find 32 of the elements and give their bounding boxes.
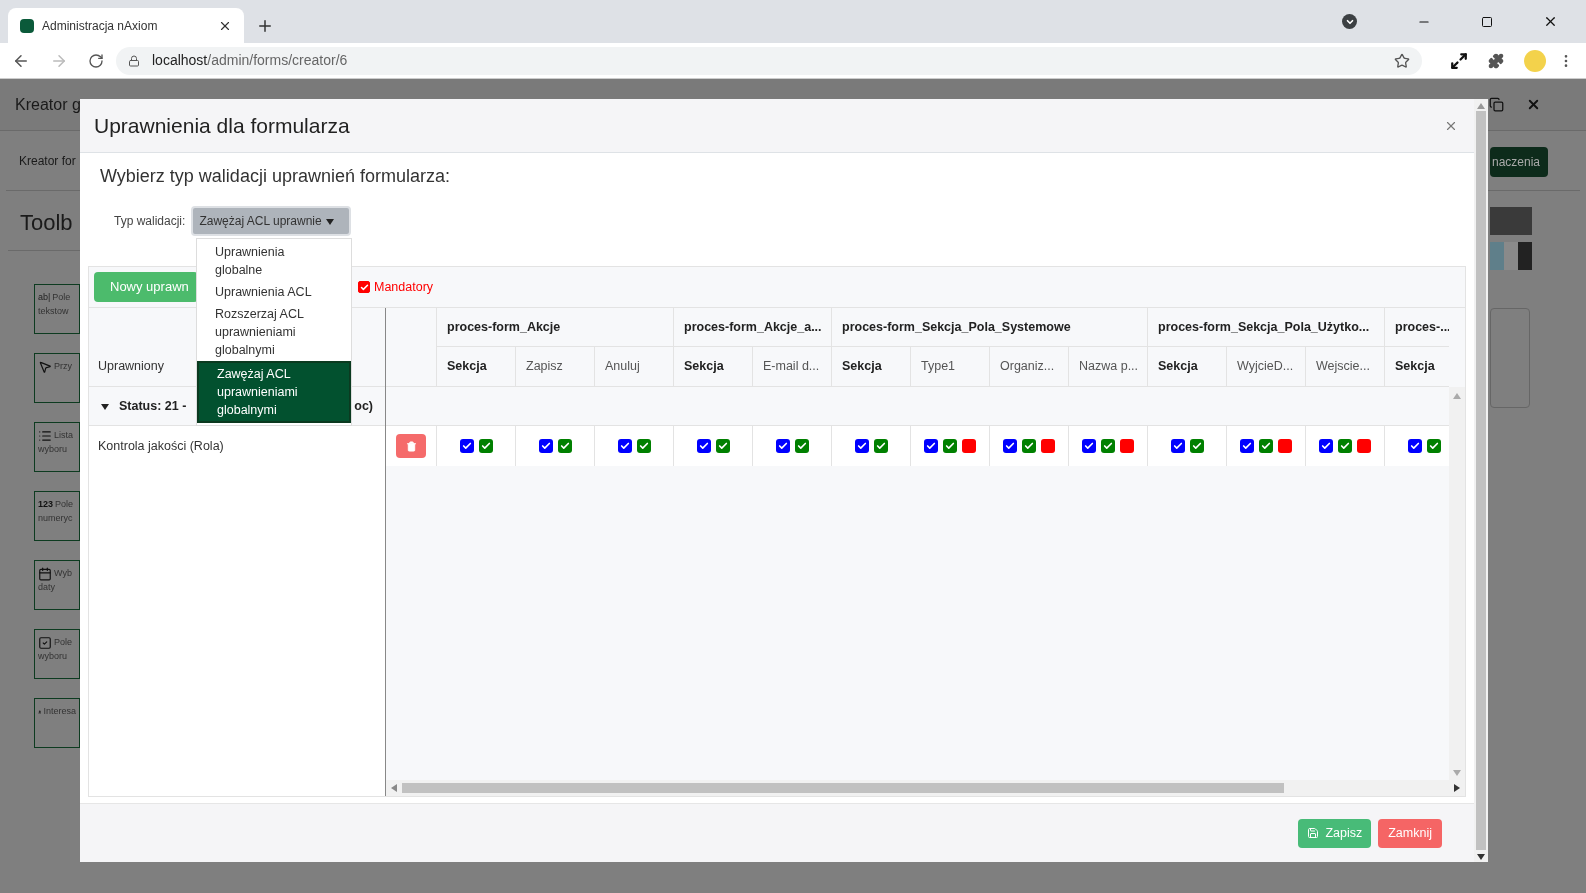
- status-group-label: Status: 21 -: [119, 397, 187, 415]
- column-header: Sekcja: [1384, 347, 1449, 387]
- column-header: Sekcja: [436, 347, 515, 387]
- column-header: Organiz...: [989, 347, 1068, 387]
- group-header: proces-form_Sekcja_Pola_Użytko...: [1147, 308, 1384, 347]
- page-title: Kreator g: [15, 94, 81, 115]
- column-header: Zapisz: [515, 347, 594, 387]
- tab-title: Administracja nAxiom: [42, 17, 159, 35]
- toolbox-title: Toolb: [20, 209, 73, 237]
- breadcrumb: Kreator for: [19, 152, 76, 170]
- column-header: Type1: [910, 347, 989, 387]
- column-header: Anuluj: [594, 347, 673, 387]
- validation-type-label: Typ walidacji:: [114, 213, 186, 230]
- column-header: Uprawniony: [98, 358, 164, 376]
- dialog-title: Uprawnienia dla formularza: [94, 112, 350, 139]
- column-header: Sekcja: [831, 347, 910, 387]
- column-header: WyjcieD...: [1226, 347, 1305, 387]
- column-header: Nazwa p...: [1068, 347, 1147, 387]
- status-group-label-end: oc): [354, 397, 373, 415]
- group-header: proces-form_Sekcja_Pola_Systemowe: [831, 308, 1147, 347]
- number-icon: 123: [38, 498, 54, 512]
- column-header: Wejscie...: [1305, 347, 1384, 387]
- group-header: proces-form_Akcje_a...: [673, 308, 831, 347]
- group-header: proces-form_Akcje: [436, 308, 673, 347]
- column-header: E-mail d...: [752, 347, 831, 387]
- url-text: localhost/admin/forms/creator/6: [152, 51, 348, 70]
- column-header: Sekcja: [1147, 347, 1226, 387]
- group-header: proces-...: [1384, 308, 1449, 347]
- grantee-name: Kontrola jakości (Rola): [98, 437, 224, 455]
- section-heading: Wybierz typ walidacji uprawnień formularza:: [100, 166, 450, 186]
- column-header: Sekcja: [673, 347, 752, 387]
- text-field-icon: ab|: [38, 291, 51, 305]
